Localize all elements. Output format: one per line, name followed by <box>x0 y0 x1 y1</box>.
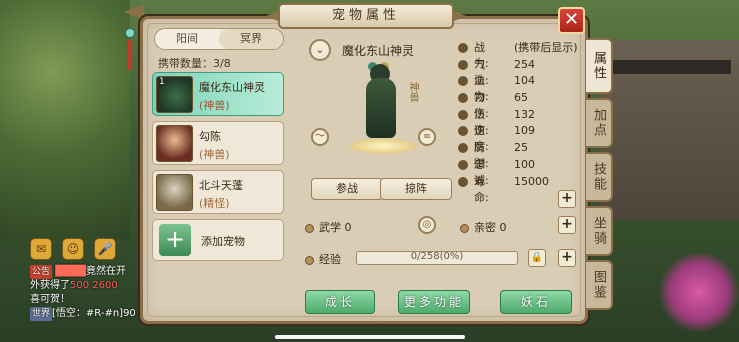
pet-type: (精怪) <box>199 197 230 210</box>
pet-card[interactable]: 勾陈 (神兽) <box>152 121 284 165</box>
add-pet-label: 添加宠物 <box>201 235 245 248</box>
panel-title: 宠物属性 <box>278 3 454 29</box>
selected-pet-name: 魔化东山神灵 <box>342 44 415 58</box>
pet-name: 北斗天蓬 <box>199 179 243 192</box>
swirl-icon[interactable]: ◎ <box>418 216 436 234</box>
pet-avatar <box>156 174 193 211</box>
tab-mounts[interactable]: 坐骑 <box>586 206 613 256</box>
lifespan-plus-button[interactable]: + <box>558 190 576 208</box>
side-tabs: 属性 加点 技能 坐骑 图鉴 <box>586 38 614 314</box>
pet-card[interactable]: 北斗天蓬 (精怪) <box>152 170 284 214</box>
chevron-down-icon[interactable]: ⌄ <box>309 39 331 61</box>
pet-type: (神兽) <box>199 99 230 112</box>
wuxue-icon <box>305 223 314 233</box>
formation-button[interactable]: 掠阵 <box>380 178 452 200</box>
chat-bubble-icon[interactable]: ✉ <box>30 238 52 260</box>
phys-dmg-icon <box>458 93 468 104</box>
grow-button[interactable]: 成长 <box>305 290 375 314</box>
infinity-icon[interactable]: ∞ <box>418 128 436 146</box>
announcement-tag: 公告 <box>30 265 53 279</box>
jade-pendant-decoration <box>125 28 135 73</box>
close-icon[interactable]: ✕ <box>558 7 585 34</box>
qinmi-icon <box>460 223 469 233</box>
chat-log[interactable]: 公告 ████竟然在开 外获得了500 2600 喜可贺！ 世界 [悟空：#R-#… <box>30 265 150 321</box>
chat-line-1: 竟然在开 <box>85 266 126 277</box>
lifespan-icon <box>458 176 468 187</box>
hp-icon <box>458 59 468 70</box>
exp-label: 经验 <box>305 251 341 267</box>
lock-icon[interactable]: 🔒 <box>528 249 546 267</box>
magic-dmg-icon <box>458 109 468 120</box>
chat-line-3: 喜可贺！ <box>30 294 70 305</box>
pink-bird-creature <box>659 252 739 332</box>
carry-count: 携带数量：3/8 <box>158 57 231 70</box>
exp-plus-button[interactable]: + <box>558 249 576 267</box>
exp-bar: 0/258(0%) <box>356 251 518 265</box>
pet-avatar <box>156 125 193 162</box>
chat-line-2: 外获得了 <box>30 280 70 291</box>
qinmi-row: 亲密 0 <box>460 219 507 235</box>
power-icon <box>458 43 468 53</box>
chat-line-4: [悟空：#R-#n]90 <box>52 308 136 319</box>
tab-attributes[interactable]: 属性 <box>586 38 613 94</box>
pet-list: 1 魔化东山神灵 (神兽) 勾陈 (神兽) 北斗天蓬 (精怪) + 添加宠物 <box>152 72 284 266</box>
wuxue-value: 武学 0 <box>319 221 352 234</box>
add-pet-card[interactable]: + 添加宠物 <box>152 219 284 261</box>
house-building <box>599 40 739 220</box>
battle-button[interactable]: 参战 <box>311 178 383 200</box>
loyalty-icon <box>458 159 468 170</box>
tab-add-points[interactable]: 加点 <box>586 98 613 148</box>
pet-type: (神兽) <box>199 148 230 161</box>
plus-icon: + <box>159 224 191 256</box>
tab-yangjian[interactable]: 阳间 <box>155 29 219 49</box>
exp-text: 0/258(0%) <box>410 251 464 262</box>
tab-mingjie[interactable]: 冥界 <box>219 29 283 49</box>
tree-foliage <box>0 0 130 240</box>
pet-name: 勾陈 <box>199 130 221 143</box>
tab-skills[interactable]: 技能 <box>586 152 613 202</box>
pet-card[interactable]: 1 魔化东山神灵 (神兽) <box>152 72 284 116</box>
pet-avatar: 1 <box>156 76 193 113</box>
pulse-icon[interactable]: 〜 <box>311 128 329 146</box>
emoji-chat-icon[interactable]: ☺ <box>62 238 84 260</box>
microphone-icon[interactable]: 🎤 <box>94 238 116 260</box>
realm-tabs: 阳间 冥界 <box>154 28 284 50</box>
qinmi-plus-button[interactable]: + <box>558 216 576 234</box>
tab-handbook[interactable]: 图鉴 <box>586 260 613 310</box>
exp-icon <box>305 255 314 265</box>
pet-badge: 神兽 <box>407 82 418 102</box>
pet-name: 魔化东山神灵 <box>199 81 265 94</box>
chat-line-2-red: 500 2600 <box>70 280 118 291</box>
demon-stone-button[interactable]: 妖石 <box>500 290 572 314</box>
home-indicator[interactable] <box>275 335 465 339</box>
world-tag: 世界 <box>30 307 53 321</box>
more-functions-button[interactable]: 更多功能 <box>398 290 470 314</box>
chat-toolbar: ✉ ☺ 🎤 <box>30 238 116 260</box>
pet-model <box>340 60 430 160</box>
wuxue-row: 武学 0 <box>305 219 352 235</box>
qinmi-value: 亲密 0 <box>474 221 507 234</box>
